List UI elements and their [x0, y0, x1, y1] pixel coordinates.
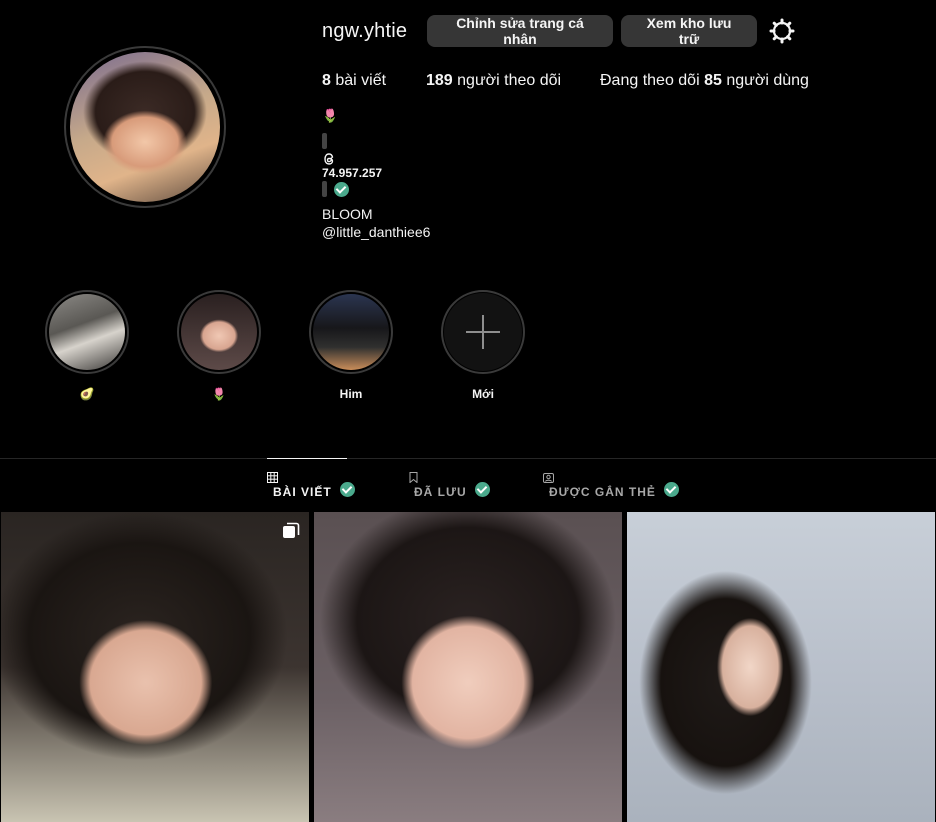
- highlight-2[interactable]: [177, 290, 261, 374]
- highlight-1[interactable]: [45, 290, 129, 374]
- multiple-photos-icon: [282, 522, 300, 540]
- following-prefix: Đang theo dõi: [600, 72, 700, 89]
- highlight-1-image: [49, 294, 125, 370]
- highlight-1-label: 🥑: [79, 387, 95, 401]
- bookmark-icon: [409, 472, 418, 483]
- tab-posts-label: BÀI VIẾT: [273, 485, 332, 499]
- bio-emoji: 🌷: [322, 108, 339, 123]
- check-icon: [474, 482, 490, 498]
- grid-icon: [267, 472, 278, 483]
- followers-label: người theo dõi: [457, 72, 562, 89]
- bio-divider: [322, 133, 327, 149]
- post-thumbnail-3[interactable]: [627, 512, 935, 822]
- bio-divider-2: [322, 181, 327, 197]
- check-icon: [664, 482, 680, 498]
- avatar-image: [70, 52, 220, 202]
- tab-tagged[interactable]: ĐƯỢC GẮN THẺ: [543, 472, 680, 499]
- posts-count: 8: [322, 72, 331, 89]
- followers-count: 189: [426, 72, 453, 89]
- check-icon: [334, 182, 349, 198]
- tab-tagged-label: ĐƯỢC GẮN THẺ: [549, 485, 656, 499]
- following-stat[interactable]: Đang theo dõi 85 người dùng: [600, 72, 809, 90]
- following-label: người dùng: [726, 72, 809, 89]
- edit-profile-button[interactable]: Chỉnh sửa trang cá nhân: [427, 15, 613, 47]
- followers-stat[interactable]: 189 người theo dõi: [426, 72, 561, 90]
- highlight-3-image: [313, 294, 389, 370]
- new-highlight-label: Mới: [472, 387, 494, 401]
- new-highlight-inner: [444, 293, 522, 371]
- threads-icon[interactable]: [322, 152, 336, 166]
- tab-saved[interactable]: ĐÃ LƯU: [408, 472, 490, 499]
- gear-icon[interactable]: [768, 17, 796, 45]
- highlight-3-label: Him: [339, 387, 363, 401]
- post-thumbnail-1[interactable]: [1, 512, 309, 822]
- view-archive-button[interactable]: Xem kho lưu trữ: [621, 15, 757, 47]
- highlight-2-label: 🌷: [211, 387, 227, 401]
- posts-stat: 8 bài viết: [322, 72, 386, 90]
- plus-icon: [466, 315, 500, 349]
- check-icon: [340, 482, 356, 498]
- highlight-2-image: [181, 294, 257, 370]
- profile-username: ngw.yhtie: [322, 20, 408, 42]
- following-count: 85: [704, 72, 722, 89]
- tab-posts[interactable]: BÀI VIẾT: [267, 472, 356, 499]
- bio-name: BLOOM: [322, 206, 373, 222]
- tagged-icon: [543, 473, 554, 483]
- new-highlight-button[interactable]: [441, 290, 525, 374]
- tab-saved-label: ĐÃ LƯU: [414, 485, 467, 499]
- post-thumbnail-2[interactable]: [314, 512, 622, 822]
- threads-count: 74.957.257: [322, 166, 383, 180]
- bio-handle[interactable]: @little_danthiee6: [322, 224, 430, 240]
- tabs-divider: [0, 458, 936, 459]
- profile-avatar[interactable]: [64, 46, 226, 208]
- active-tab-indicator: [267, 458, 347, 459]
- posts-label: bài viết: [335, 72, 387, 89]
- highlight-3[interactable]: [309, 290, 393, 374]
